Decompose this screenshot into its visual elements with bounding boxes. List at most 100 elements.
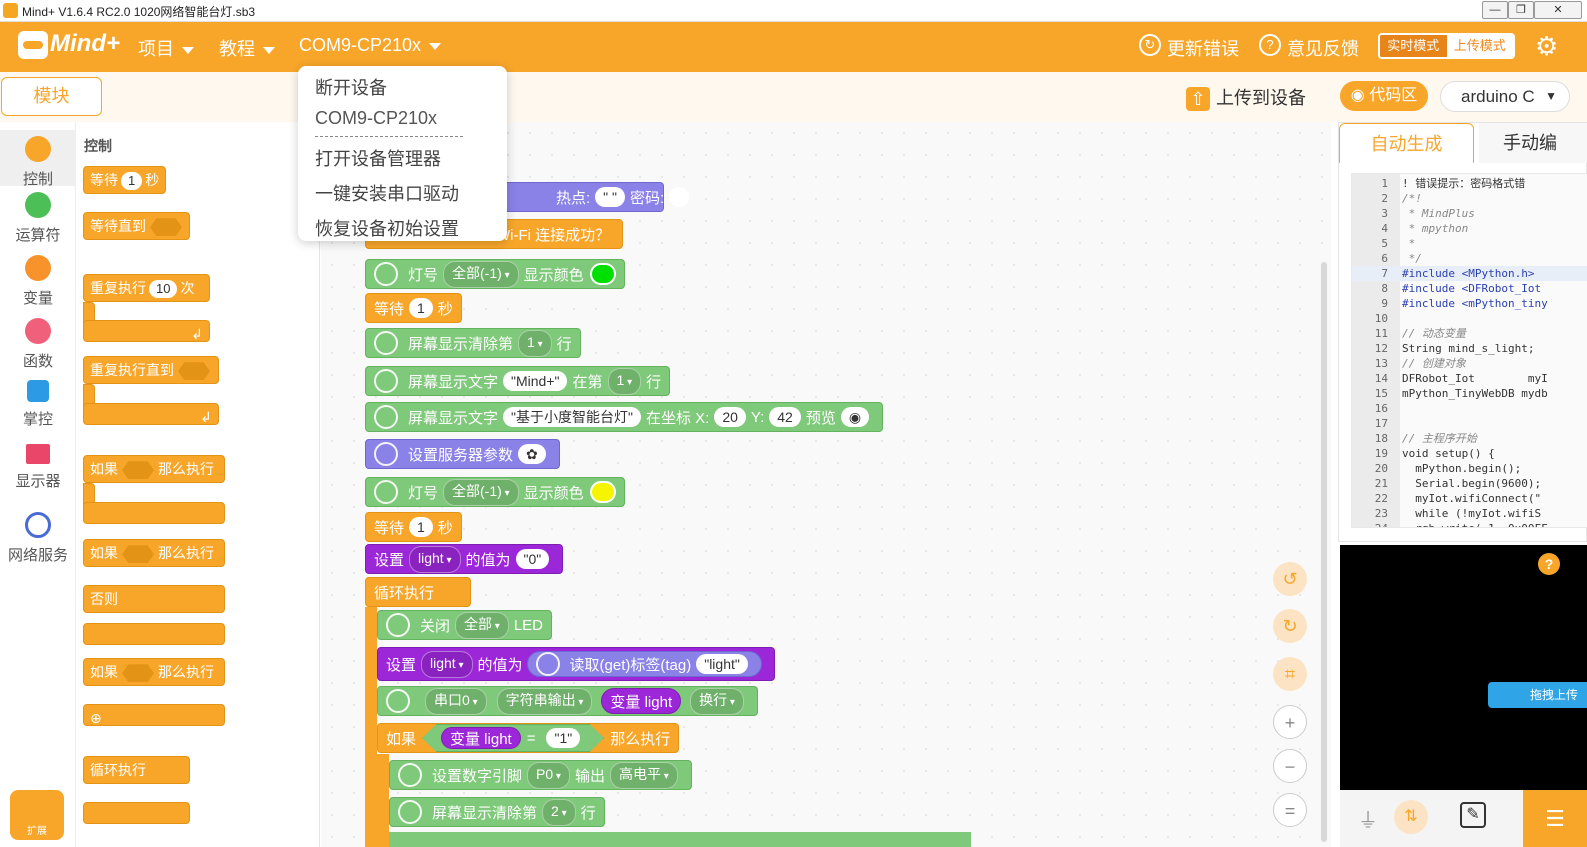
handpy-icon <box>374 369 398 393</box>
usb-connect-icon[interactable]: ⇅ <box>1394 800 1428 834</box>
category-display[interactable]: 显示器 <box>0 444 76 491</box>
if-light-block[interactable]: 如果 变量 light = "1" 那么执行 <box>377 723 680 753</box>
led-color-block-1[interactable]: 灯号全部(-1)显示颜色 <box>365 259 625 289</box>
code-line: 3 * MindPlus <box>1381 207 1475 220</box>
set-light-from-tag-block[interactable]: 设置light的值为读取(get)标签(tag)"light" <box>377 647 775 681</box>
variables-dot-icon <box>25 255 51 281</box>
if-footer <box>83 502 225 524</box>
code-line: 7 #include <MPython.h> <box>1352 266 1587 281</box>
app-logo-icon <box>3 3 18 18</box>
wait-block-2[interactable]: 等待 1 秒 <box>365 512 462 542</box>
color-swatch-green[interactable] <box>589 263 616 285</box>
category-functions[interactable]: 函数 <box>0 318 76 371</box>
update-errors-link[interactable]: 更新错误 <box>1167 35 1239 61</box>
crop-icon[interactable]: ⌗ <box>1273 657 1307 691</box>
history-icon[interactable]: ↻ <box>1139 34 1161 56</box>
handpy-icon <box>398 763 422 787</box>
screen-clear-block-2[interactable]: 屏幕显示清除第2行 <box>389 797 605 827</box>
handpy-icon <box>386 613 410 637</box>
help-icon[interactable]: ? <box>1538 553 1560 575</box>
mode-toggle[interactable]: 实时模式 上传模式 <box>1378 33 1515 59</box>
help-icon[interactable]: ? <box>1259 34 1281 56</box>
zoom-out-icon[interactable]: − <box>1273 749 1307 783</box>
code-editor[interactable]: 1! 错误提示：密码格式错 2/*! 3 * MindPlus 4 * mpython… <box>1351 173 1587 528</box>
close-button[interactable]: ✕ <box>1534 1 1582 19</box>
menu-item-device-manager[interactable]: 打开设备管理器 <box>315 145 441 171</box>
wait-block[interactable]: 等待 1 秒 <box>83 166 167 194</box>
serial-print-block[interactable]: 串口0字符串输出变量 light换行 <box>377 686 758 716</box>
cloud-icon <box>374 442 398 466</box>
menu-project[interactable]: 项目 <box>138 35 194 61</box>
code-line: 22 myIot.wifiConnect(" <box>1374 492 1542 505</box>
tab-manual-edit[interactable]: 手动编 <box>1479 123 1587 163</box>
display-icon <box>26 444 50 464</box>
code-line: 21 Serial.begin(9600); <box>1374 477 1542 490</box>
usb-icon[interactable]: ⏚ <box>1358 804 1378 833</box>
menu-item-disconnect[interactable]: 断开设备 <box>315 74 387 100</box>
realtime-mode-button[interactable]: 实时模式 <box>1380 35 1447 57</box>
else-label: 否则 <box>83 585 225 613</box>
redo-icon[interactable]: ↻ <box>1273 609 1307 643</box>
screen-text-xy-block[interactable]: 屏幕显示文字 "基于小度智能台灯" 在坐标 X: 20 Y: 42 预览 ◉ <box>365 402 884 432</box>
color-swatch-yellow[interactable] <box>589 481 616 503</box>
forever-block[interactable]: 循环执行 <box>83 756 190 784</box>
wait-block-1[interactable]: 等待 1 秒 <box>365 293 462 323</box>
category-operators[interactable]: 运算符 <box>0 192 76 245</box>
screen-clear-block-1[interactable]: 屏幕显示清除第1行 <box>365 328 581 358</box>
handpy-icon <box>398 800 422 824</box>
menu-item-restore-device[interactable]: 恢复设备初始设置 <box>315 215 459 241</box>
restore-button[interactable]: ❐ <box>1508 1 1534 19</box>
if-arm <box>377 754 389 847</box>
category-variables[interactable]: 变量 <box>0 255 76 308</box>
cloud-icon <box>535 652 560 676</box>
settings-icon[interactable]: ✿ <box>518 444 546 464</box>
upload-to-device-button[interactable]: ⇧ 上传到设备 <box>1186 84 1306 112</box>
upload-arrow-icon: ⇧ <box>1186 87 1210 112</box>
language-select[interactable]: arduino C ▼ <box>1440 81 1570 112</box>
modules-button[interactable]: 模块 <box>1 77 102 116</box>
upload-mode-button[interactable]: 上传模式 <box>1446 35 1513 57</box>
if-plus-block[interactable]: 如果 那么执行 <box>83 658 225 686</box>
repeat-block[interactable]: 重复执行 10 次 <box>83 274 210 302</box>
zoom-reset-icon[interactable]: = <box>1273 793 1307 827</box>
screen-text-block-1[interactable]: 屏幕显示文字"Mind+"在第1行 <box>365 366 671 396</box>
code-region-toggle[interactable]: ◉ 代码区 <box>1340 81 1428 111</box>
menu-port[interactable]: COM9-CP210x <box>299 35 442 56</box>
drag-upload-button[interactable]: 拖拽上传 <box>1488 682 1587 708</box>
wait-until-block[interactable]: 等待直到 <box>83 212 190 240</box>
led-off-block[interactable]: 关闭全部LED <box>377 610 553 640</box>
set-variable-block[interactable]: 设置light的值为"0" <box>365 544 564 574</box>
gear-icon[interactable]: ⚙ <box>1535 31 1558 62</box>
window-title: Mind+ V1.6.4 RC2.0 1020网络智能台灯.sb3 <box>22 5 256 19</box>
repeat-until-block[interactable]: 重复执行直到 <box>83 356 219 384</box>
led-color-block-2[interactable]: 灯号全部(-1)显示颜色 <box>365 477 625 507</box>
minimize-button[interactable]: — <box>1482 1 1508 19</box>
category-handpy[interactable]: 掌控 <box>0 380 76 429</box>
category-control[interactable]: 控制 <box>0 130 76 188</box>
digital-write-block[interactable]: 设置数字引脚P0输出高电平 <box>389 760 692 790</box>
functions-dot-icon <box>25 318 51 344</box>
undo-icon[interactable]: ↺ <box>1273 562 1307 596</box>
secondary-toolbar: 模块 ⇧ 上传到设备 ◉ 代码区 arduino C ▼ <box>0 72 1587 122</box>
clear-terminal-icon[interactable]: ✎ <box>1460 802 1486 828</box>
serial-terminal[interactable]: ? 拖拽上传 <box>1340 545 1587 790</box>
if-else-block[interactable]: 如果 那么执行 <box>83 539 225 567</box>
zoom-in-icon[interactable]: + <box>1273 705 1307 739</box>
workspace-scrollbar[interactable] <box>1321 262 1327 842</box>
code-line: 2/*! <box>1381 192 1422 205</box>
extensions-button[interactable]: 扩展 <box>10 790 64 840</box>
feedback-link[interactable]: 意见反馈 <box>1287 35 1359 61</box>
server-params-block[interactable]: 设置服务器参数 ✿ <box>365 439 560 469</box>
code-line: 20 mPython.begin(); <box>1374 462 1522 475</box>
eye-icon[interactable]: ◉ <box>840 407 870 427</box>
globe-icon <box>25 512 51 538</box>
menu-tutorial[interactable]: 教程 <box>219 35 275 61</box>
forever-arm <box>365 607 377 847</box>
terminal-menu-icon[interactable]: ☰ <box>1523 790 1587 847</box>
if-block[interactable]: 如果 那么执行 <box>83 455 225 483</box>
category-network[interactable]: 网络服务 <box>0 512 76 565</box>
menu-item-port[interactable]: COM9-CP210x <box>315 108 437 129</box>
menu-item-install-driver[interactable]: 一键安装串口驱动 <box>315 180 459 206</box>
tab-auto-generate[interactable]: 自动生成 <box>1339 123 1474 163</box>
forever-loop-block[interactable]: 循环执行 <box>365 577 471 607</box>
